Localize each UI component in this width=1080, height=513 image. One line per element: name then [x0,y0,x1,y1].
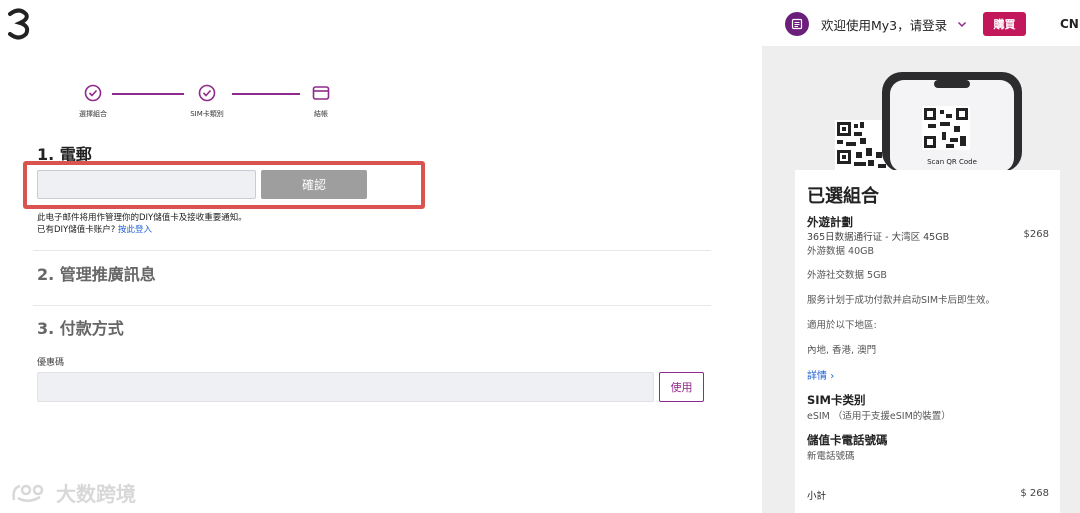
step-connector [232,93,300,95]
highlight-annotation [23,161,425,209]
buy-button[interactable]: 購買 [983,12,1026,36]
login-link[interactable]: 按此登入 [118,225,152,235]
top-header: 欢迎使用My3，请登录 購買 CN [0,0,1080,46]
three-logo-icon[interactable] [6,8,32,40]
number-value: 新電話號碼 [807,451,855,462]
watermark-text: 大数跨境 [56,482,136,506]
sim-heading: SIM卡类别 [807,393,866,407]
area-list: 內地, 香港, 澳門 [807,345,877,356]
summary-card: 已選組合 外遊計劃 365日数据通行证 - 大湾区 45GB $268 外游数据… [795,170,1060,513]
step-label: SIM卡類別 [190,110,224,118]
login-prompt: 已有DIY儲值卡账户? 按此登入 [37,223,152,235]
payment-section-title: 3. 付款方式 [37,319,124,338]
coupon-input[interactable] [37,372,654,402]
sim-value: eSIM （适用于支援eSIM的裝置） [807,411,951,422]
language-switch[interactable]: CN [1060,17,1079,31]
service-note: 服务计划于成功付款并启动SIM卡后即生效。 [807,295,996,306]
phone-qr-illustration: Scan QR Code [835,72,1022,172]
number-heading: 儲值卡電話號碼 [807,433,888,447]
plan-heading: 外遊計劃 [807,215,853,229]
step-select-plan: 選擇組合 [63,84,123,119]
chevron-right-icon: › [830,371,835,382]
user-card-icon [785,12,809,36]
social-data-line: 外游社交数据 5GB [807,270,887,281]
welcome-text: 欢迎使用My3，请登录 [821,17,948,33]
details-link[interactable]: 詳情 › [807,367,834,382]
section-divider [33,250,711,251]
summary-title: 已選組合 [807,186,879,207]
step-checkout: 結帳 [291,84,351,119]
login-prompt-text: 已有DIY儲值卡账户? [37,225,116,235]
details-link-label: 詳情 [807,371,827,382]
step-label: 選擇組合 [79,110,107,118]
watermark-logo-icon [12,484,44,502]
promo-section-title[interactable]: 2. 管理推廣訊息 [37,261,156,285]
watermark: 大数跨境 [10,478,136,507]
data-line: 外游数据 40GB [807,246,874,257]
check-circle-icon [198,84,216,102]
area-heading: 適用於以下地區: [807,320,877,331]
login-menu[interactable]: 欢迎使用My3，请登录 [785,12,967,36]
subtotal-label: 小計 [807,491,827,502]
check-circle-icon [84,84,102,102]
card-icon [312,86,330,100]
plan-price: $268 [1023,229,1049,240]
step-sim-type: SIM卡類別 [177,84,237,119]
section-divider [33,305,711,306]
subtotal-value: $ 268 [1020,488,1049,499]
checkout-steps: 選擇組合 SIM卡類別 結帳 [70,84,350,124]
plan-name: 365日数据通行证 - 大湾区 45GB [807,232,950,243]
email-note: 此电子邮件将用作管理你的DIY儲值卡及接收重要通知。 [37,213,247,223]
chevron-down-icon [958,21,967,28]
coupon-label: 優惠碼 [37,358,65,368]
scan-qr-text: Scan QR Code [927,158,977,166]
apply-coupon-button[interactable]: 使用 [659,372,704,402]
step-label: 結帳 [314,110,328,118]
